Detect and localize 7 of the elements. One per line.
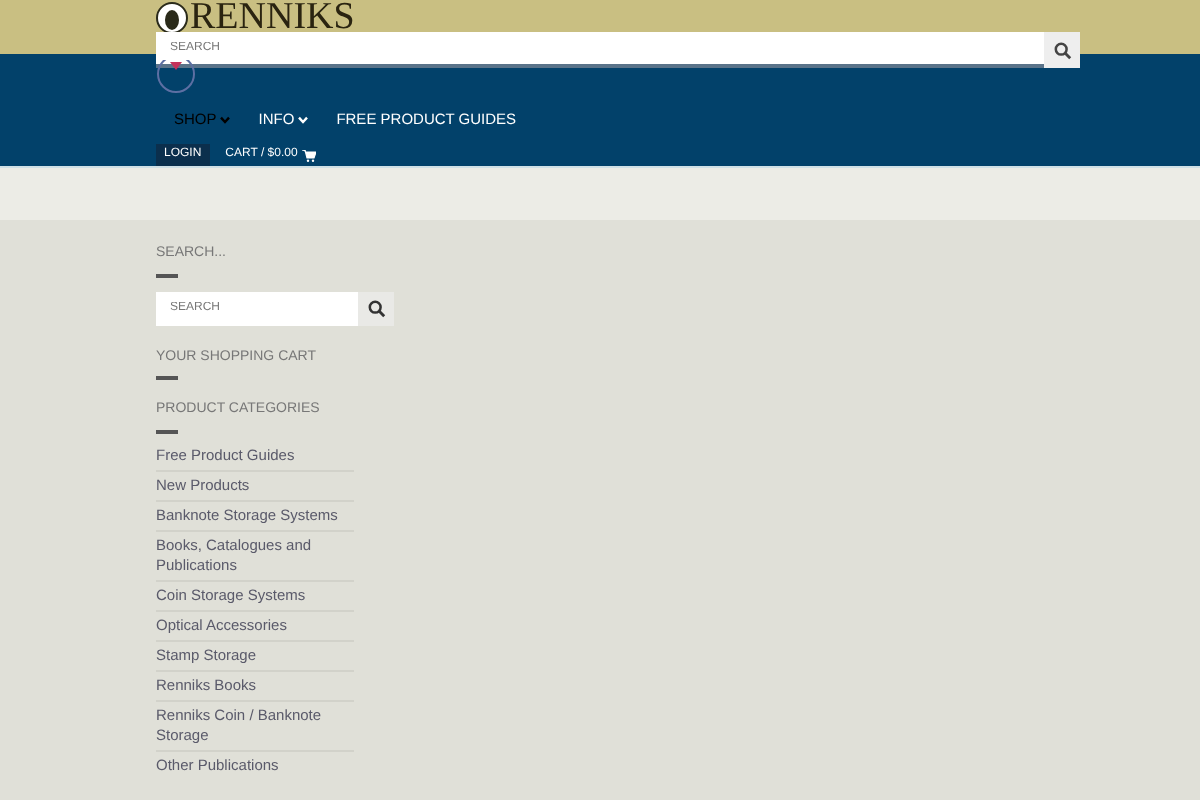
search-icon bbox=[1053, 41, 1071, 59]
search-button[interactable] bbox=[358, 291, 394, 325]
search-button[interactable] bbox=[1044, 32, 1080, 68]
logo-text: RENNIKS bbox=[190, 0, 355, 36]
round-emblem-icon bbox=[156, 60, 198, 96]
cart-icon bbox=[301, 149, 316, 161]
search-icon bbox=[367, 299, 385, 317]
